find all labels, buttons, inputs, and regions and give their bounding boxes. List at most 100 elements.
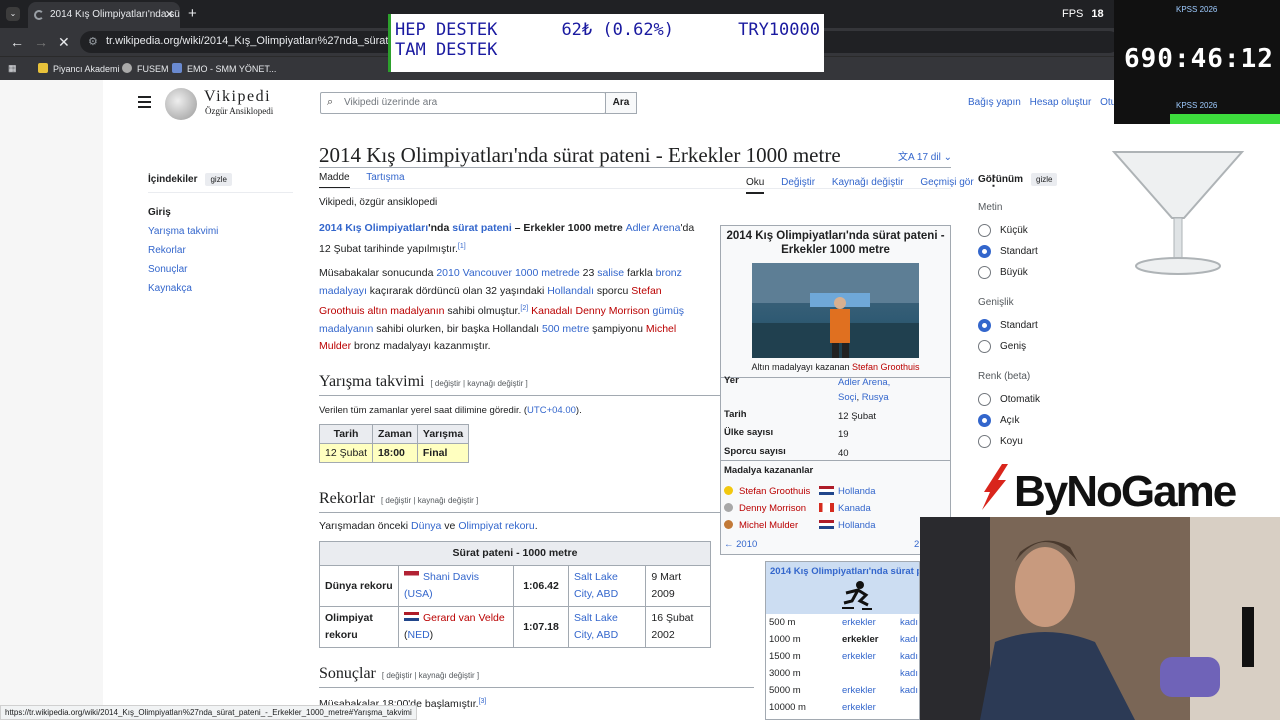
radio-icon [978, 435, 991, 448]
edit-section-link[interactable]: [ değiştir | kaynağı değiştir ] [382, 671, 479, 680]
toc-item-results[interactable]: Sonuçlar [148, 260, 293, 279]
link-500m[interactable]: 500 metre [542, 323, 589, 335]
infobox-caption: Altın madalyayı kazanan Stefan Groothuis [751, 362, 920, 372]
tab-article[interactable]: Madde [319, 172, 350, 189]
text-size-small[interactable]: Küçük [978, 220, 1118, 241]
bookmark-emo[interactable]: EMO - SMM YÖNET... [172, 63, 276, 74]
link-usa-code[interactable]: USA [408, 588, 430, 600]
tab-talk[interactable]: Tartışma [366, 172, 404, 183]
color-auto[interactable]: Otomatik [978, 389, 1118, 410]
navbox-link[interactable]: kadı [900, 682, 918, 699]
link-speed-skating[interactable]: sürat pateni [452, 222, 512, 234]
link-olympic-record[interactable]: Olimpiyat rekoru [458, 520, 534, 532]
site-info-icon[interactable]: ⚙ [88, 35, 98, 48]
link-russia[interactable]: Rusya [862, 392, 889, 403]
link-stefan-groothuis[interactable]: Stefan Groothuis [852, 362, 920, 372]
schedule-header-date: Tarih [318, 424, 374, 444]
navbox-link[interactable]: erkekler [842, 614, 876, 631]
translate-icon: 文A [898, 152, 917, 163]
width-label: Genişlik [978, 297, 1014, 308]
donate-link[interactable]: Bağış yapın [968, 97, 1021, 108]
ref-1[interactable]: [1] [458, 243, 466, 250]
navbox-link[interactable]: erkekler [842, 648, 876, 665]
schedule-event: Final [416, 443, 470, 463]
link-denny-morrison[interactable]: Denny Morrison [575, 305, 649, 317]
link-medalist[interactable]: Denny Morrison [739, 503, 806, 514]
link-dutch[interactable]: Hollandalı [547, 285, 594, 297]
toc-item-records[interactable]: Rekorlar [148, 241, 293, 260]
back-icon[interactable]: ← [10, 34, 24, 50]
tab-edit-source[interactable]: Kaynağı değiştir [832, 177, 904, 188]
bookmark-piyanci[interactable]: Piyancı Akademi [38, 63, 120, 74]
link-salt-lake-city[interactable]: Salt Lake City, ABD [574, 571, 618, 600]
width-standard[interactable]: Standart [978, 315, 1118, 336]
text-size-standard[interactable]: Standart [978, 241, 1118, 262]
link-country[interactable]: Hollanda [838, 520, 876, 531]
tab-edit[interactable]: Değiştir [781, 177, 815, 188]
forward-icon[interactable]: → [34, 34, 48, 50]
main-menu-icon[interactable] [138, 96, 151, 111]
donation-ticker: HEP DESTEK 62₺ (0.62%) TRY10000 TAM DESTEK [388, 14, 824, 72]
link-country[interactable]: Hollanda [838, 486, 876, 497]
apps-icon[interactable]: ▦ [8, 63, 17, 74]
link-gold-medal[interactable]: altın madalyanın [367, 305, 444, 317]
infobox-image[interactable] [752, 263, 919, 358]
link-adler-arena[interactable]: Adler Arena [626, 222, 681, 234]
toc-hide-button[interactable]: gizle [205, 173, 232, 186]
new-tab-icon[interactable]: + [188, 5, 197, 22]
prev-games-link[interactable]: ← 2010 [724, 539, 757, 550]
navbox-link[interactable]: kadı [900, 631, 918, 648]
tab-read[interactable]: Oku [746, 177, 765, 194]
link-canadian[interactable]: Kanadalı [531, 305, 572, 317]
toc-item-schedule[interactable]: Yarışma takvimi [148, 222, 293, 241]
link-2010-vancouver[interactable]: 2010 Vancouver 1000 metrede [436, 267, 579, 279]
link-salise[interactable]: salise [597, 267, 624, 279]
link-gerard-van-velde[interactable]: Gerard van Velde [423, 612, 505, 624]
link-utc[interactable]: UTC+04.00 [527, 405, 576, 416]
close-tab-icon[interactable]: ✕ [165, 8, 174, 21]
search-button[interactable]: Ara [605, 92, 637, 114]
status-bar-url: https://tr.wikipedia.org/wiki/2014_Kış_O… [0, 705, 417, 720]
toc-item-intro[interactable]: Giriş [148, 203, 293, 222]
schedule-header-event: Yarışma [416, 424, 470, 444]
ref-3[interactable]: [3] [479, 698, 487, 705]
next-games-link[interactable]: 2 [914, 539, 919, 550]
search-input[interactable]: ⌕ Vikipedi üzerinde ara [320, 92, 606, 114]
navbox-title[interactable]: 2014 Kış Olimpiyatları'nda sürat p [770, 566, 919, 577]
navbox-link[interactable]: kadı [900, 665, 918, 682]
toc-item-references[interactable]: Kaynakça [148, 279, 293, 298]
stop-loading-icon[interactable]: ✕ [58, 34, 70, 51]
link-ned[interactable]: NED [408, 629, 430, 641]
countdown-overlay: KPSS 2026 690:46:12 KPSS 2026 [1114, 0, 1280, 124]
width-wide[interactable]: Geniş [978, 336, 1118, 357]
link-world[interactable]: Dünya [411, 520, 441, 532]
language-button[interactable]: 文A 17 dil ⌄ [898, 148, 952, 163]
countdown-timer: 690:46:12 [1124, 44, 1274, 74]
link-country[interactable]: Kanada [838, 503, 871, 514]
edit-section-link[interactable]: [ değiştir | kaynağı değiştir ] [430, 379, 527, 388]
link-medalist[interactable]: Michel Mulder [739, 520, 798, 531]
appearance-hide-button[interactable]: gizle [1031, 173, 1058, 186]
navbox-link[interactable]: kadı [900, 614, 918, 631]
navbox-link[interactable]: erkekler [842, 682, 876, 699]
navbox-link[interactable]: erkekler [842, 699, 876, 716]
link-shani-davis[interactable]: Shani Davis [423, 571, 479, 583]
link-adler-arena[interactable]: Adler Arena, [838, 377, 890, 388]
tab-history[interactable]: Geçmişi gör [920, 177, 973, 188]
color-dark[interactable]: Koyu [978, 431, 1118, 452]
tab-search-icon[interactable]: ⌄ [6, 7, 20, 21]
link-sochi[interactable]: Soçi [838, 392, 856, 403]
link-salt-lake-city[interactable]: Salt Lake City, ABD [574, 612, 618, 641]
create-account-link[interactable]: Hesap oluştur [1030, 97, 1092, 108]
heading-underline [319, 687, 754, 688]
navbox-link[interactable]: kadı [900, 648, 918, 665]
paren: ) [429, 588, 433, 600]
color-light[interactable]: Açık [978, 410, 1118, 431]
gold-medal-icon [724, 486, 733, 495]
text-size-large[interactable]: Büyük [978, 262, 1118, 283]
active-tab[interactable]: 2014 Kış Olimpiyatları'nda sürat p ✕ [28, 2, 180, 28]
bookmark-fusem[interactable]: FUSEM [122, 63, 169, 74]
link-medalist[interactable]: Stefan Groothuis [739, 486, 810, 497]
link-2014-winter-olympics[interactable]: 2014 Kış Olimpiyatları [319, 222, 428, 234]
edit-section-link[interactable]: [ değiştir | kaynağı değiştir ] [381, 496, 478, 505]
